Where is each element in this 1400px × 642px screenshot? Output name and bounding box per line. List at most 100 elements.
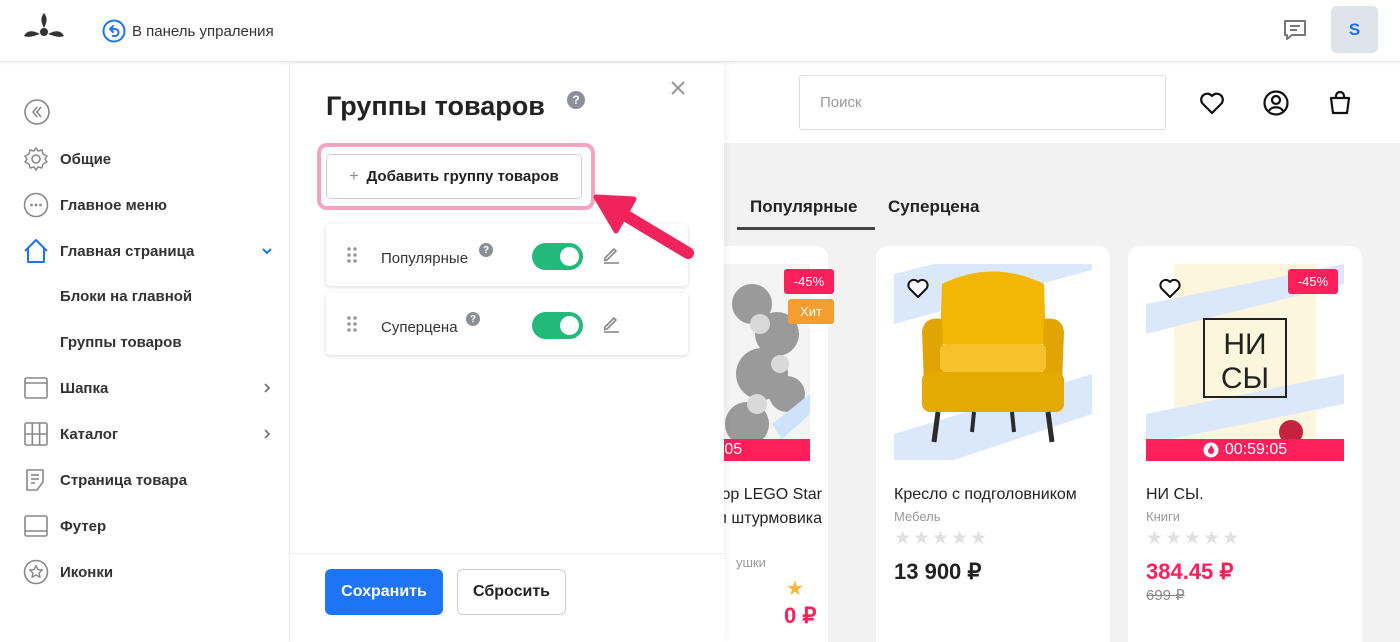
sidebar-item-label: Страница товара bbox=[60, 471, 188, 489]
user-avatar[interactable]: S bbox=[1331, 6, 1378, 53]
rating-stars: ★ ★ ★ ★ ★ bbox=[1146, 528, 1240, 549]
sidebar-subitem-home-blocks[interactable]: Блоки на главной bbox=[60, 283, 192, 309]
rating-star-icon: ★ bbox=[786, 578, 804, 600]
star-icon: ★ bbox=[932, 528, 950, 549]
sidebar-item-catalog[interactable]: Каталог bbox=[22, 419, 278, 449]
product-price: 13 900 ₽ bbox=[894, 559, 982, 584]
logo-icon[interactable] bbox=[22, 10, 66, 50]
sidebar-item-home-page[interactable]: Главная страница bbox=[22, 236, 278, 266]
top-bar: В панель упраления S bbox=[0, 0, 1400, 62]
product-name: Кресло с подголовником bbox=[894, 486, 1077, 503]
timer-value: 00:59:05 bbox=[1224, 441, 1288, 458]
chevron-down-icon bbox=[262, 248, 272, 255]
plus-icon: + bbox=[349, 167, 359, 185]
product-group-item[interactable]: Суперцена ? bbox=[326, 293, 688, 355]
close-icon[interactable] bbox=[668, 78, 688, 98]
reset-button[interactable]: Сбросить bbox=[457, 569, 566, 615]
sidebar-subitem-product-groups[interactable]: Группы товаров bbox=[60, 329, 182, 355]
cart-icon[interactable] bbox=[1326, 89, 1354, 117]
star-icon: ★ bbox=[1222, 528, 1240, 549]
tab-popular[interactable]: Популярные bbox=[750, 197, 857, 217]
timer-value: 00:59:05 bbox=[724, 441, 743, 458]
tab-super-price[interactable]: Суперцена bbox=[888, 197, 979, 217]
star-icon: ★ bbox=[1165, 528, 1183, 549]
storefront-preview: Поиск Популярные Суперцена -45% Хит 00:5… bbox=[724, 63, 1400, 642]
rating-stars: ★ ★ ★ ★ ★ bbox=[894, 528, 988, 549]
toggle-knob bbox=[560, 247, 579, 266]
group-enabled-toggle[interactable] bbox=[532, 243, 583, 270]
star-icon: ★ bbox=[951, 528, 969, 549]
search-input[interactable]: Поиск bbox=[799, 75, 1166, 130]
product-name-line: м штурмовика bbox=[724, 510, 822, 527]
product-page-icon bbox=[26, 469, 44, 491]
more-circle-icon bbox=[23, 192, 49, 218]
star-icon: ★ bbox=[1146, 528, 1164, 549]
favorites-icon[interactable] bbox=[1198, 89, 1226, 117]
product-price: 0 ₽ bbox=[784, 603, 817, 628]
account-icon[interactable] bbox=[1262, 89, 1290, 117]
back-link-label: В панель упраления bbox=[132, 22, 274, 40]
book-cover-text: НИ bbox=[1223, 328, 1266, 361]
product-category: Мебель bbox=[894, 509, 941, 524]
sidebar-item-main-menu[interactable]: Главное меню bbox=[22, 190, 278, 220]
settings-sidebar: Общие Главное меню Главная страница Блок… bbox=[0, 63, 288, 642]
sidebar-item-label: Шапка bbox=[60, 379, 109, 397]
product-groups-panel: Группы товаров ? + Добавить группу товар… bbox=[289, 63, 725, 642]
favorite-heart-icon[interactable] bbox=[1158, 276, 1182, 300]
gear-icon bbox=[24, 147, 48, 171]
grid-icon bbox=[24, 422, 48, 446]
save-button[interactable]: Сохранить bbox=[325, 569, 443, 615]
sidebar-item-label: Футер bbox=[60, 517, 107, 535]
chevron-right-icon bbox=[264, 383, 271, 393]
star-icon: ★ bbox=[970, 528, 988, 549]
help-icon[interactable]: ? bbox=[466, 312, 480, 326]
star-circle-icon bbox=[23, 559, 49, 585]
product-card[interactable]: Кресло с подголовником Мебель ★ ★ ★ ★ ★ 13 9… bbox=[876, 246, 1110, 642]
drag-handle-icon[interactable] bbox=[346, 246, 358, 264]
old-price: 699 ₽ bbox=[1146, 587, 1185, 604]
group-enabled-toggle[interactable] bbox=[532, 312, 583, 339]
sidebar-item-header[interactable]: Шапка bbox=[22, 373, 278, 403]
sidebar-item-icons[interactable]: Иконки bbox=[22, 557, 278, 587]
back-to-dashboard-link[interactable]: В панель упраления bbox=[102, 18, 274, 44]
star-icon: ★ bbox=[1203, 528, 1221, 549]
star-icon: ★ bbox=[913, 528, 931, 549]
star-icon: ★ bbox=[894, 528, 912, 549]
help-icon[interactable]: ? bbox=[479, 243, 493, 257]
add-product-group-button[interactable]: + Добавить группу товаров bbox=[326, 154, 582, 199]
panel-footer: Сохранить Сбросить bbox=[290, 553, 725, 642]
collapse-sidebar-icon[interactable] bbox=[24, 99, 50, 125]
discount-badge: -45% bbox=[784, 269, 834, 294]
product-category: Книги bbox=[1146, 509, 1181, 524]
chevron-right-icon bbox=[264, 429, 271, 439]
sidebar-item-label: Главное меню bbox=[60, 196, 167, 214]
product-card[interactable]: НИ СЫ -45% 00:59:05 НИ СЫ. Книги ★ ★ ★ ★ ★ 3… bbox=[1128, 246, 1362, 642]
add-product-group-label: Добавить группу товаров bbox=[366, 168, 559, 185]
sidebar-item-label: Иконки bbox=[60, 563, 114, 581]
chat-icon[interactable] bbox=[1281, 16, 1309, 44]
footer-icon bbox=[24, 515, 48, 537]
store-header: Поиск bbox=[724, 63, 1400, 143]
header-icon bbox=[24, 377, 48, 399]
book-cover-text: СЫ bbox=[1221, 362, 1269, 395]
pencil-icon[interactable] bbox=[601, 313, 621, 333]
sidebar-item-general[interactable]: Общие bbox=[22, 144, 278, 174]
star-icon: ★ bbox=[1184, 528, 1202, 549]
sidebar-item-product-page[interactable]: Страница товара bbox=[22, 465, 278, 495]
product-name: op LEGO Star м штурмовика bbox=[724, 483, 822, 531]
sidebar-item-footer[interactable]: Футер bbox=[22, 511, 278, 541]
fire-icon bbox=[1203, 442, 1219, 458]
product-card[interactable]: -45% Хит 00:59:05 op LEGO Star м штурмови… bbox=[724, 246, 834, 642]
drag-handle-icon[interactable] bbox=[346, 315, 358, 333]
countdown-timer: 00:59:05 bbox=[1146, 439, 1344, 461]
sidebar-item-label: Общие bbox=[60, 150, 112, 168]
sidebar-item-label: Главная страница bbox=[60, 242, 195, 260]
toggle-knob bbox=[560, 316, 579, 335]
product-name: НИ СЫ. bbox=[1146, 486, 1204, 503]
favorite-heart-icon[interactable] bbox=[906, 276, 930, 300]
product-category: ушки bbox=[736, 555, 766, 570]
product-price: 384.45 ₽ bbox=[1146, 559, 1234, 584]
sidebar-item-label: Каталог bbox=[60, 425, 119, 443]
help-icon[interactable]: ? bbox=[567, 91, 585, 109]
pointer-arrow-icon bbox=[593, 194, 694, 259]
